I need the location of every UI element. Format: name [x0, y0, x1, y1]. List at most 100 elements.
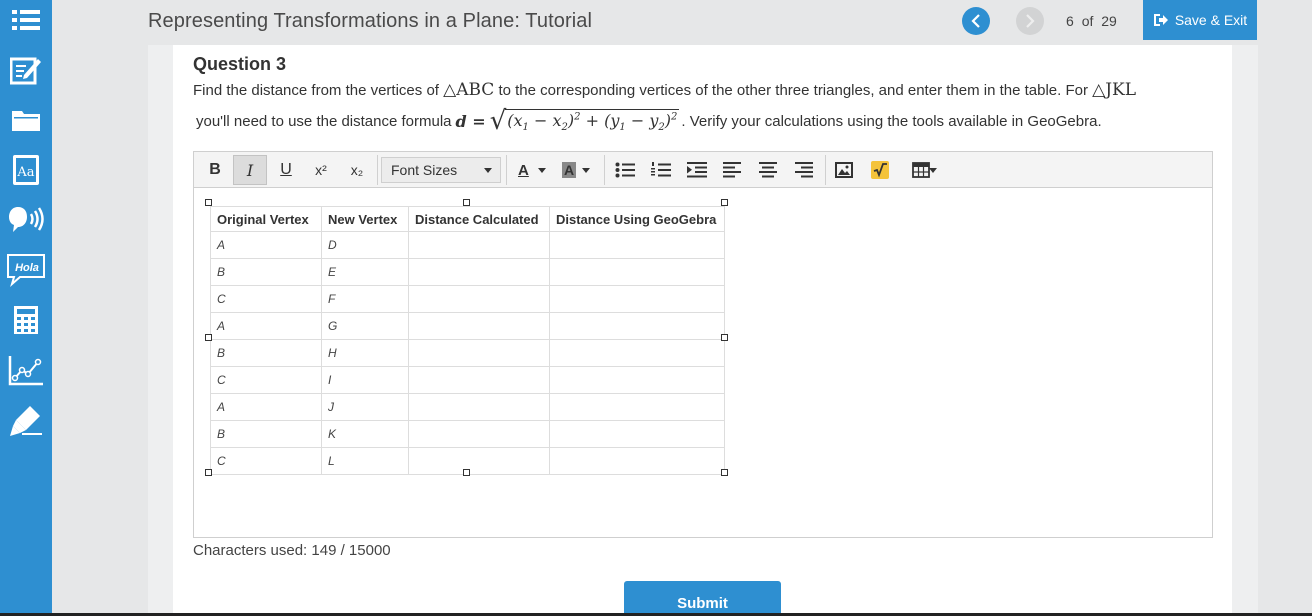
- table-cell[interactable]: [549, 393, 725, 421]
- table-cell[interactable]: B: [210, 258, 322, 286]
- col-distance-geogebra[interactable]: Distance Using GeoGebra: [549, 206, 725, 232]
- indent-button[interactable]: [680, 155, 714, 185]
- table-cell[interactable]: F: [321, 285, 409, 313]
- distance-formula: d = √ (x1 − x2)2 + (y1 − y2)2: [456, 108, 680, 134]
- table-cell[interactable]: G: [321, 312, 409, 340]
- folder-icon: [12, 111, 40, 131]
- resize-handle[interactable]: [463, 199, 470, 206]
- resize-handle[interactable]: [205, 334, 212, 341]
- table-cell[interactable]: C: [210, 285, 322, 313]
- sidebar-item-dictionary[interactable]: Aa: [0, 145, 52, 195]
- table-cell[interactable]: [408, 393, 550, 421]
- resize-handle[interactable]: [205, 199, 212, 206]
- table-cell[interactable]: [549, 258, 725, 286]
- table-cell[interactable]: A: [210, 231, 322, 259]
- chevron-right-icon: [1026, 14, 1035, 28]
- table-cell[interactable]: [549, 339, 725, 367]
- table-cell[interactable]: C: [210, 366, 322, 394]
- font-sizes-select[interactable]: Font Sizes: [381, 157, 501, 183]
- italic-button[interactable]: I: [233, 155, 267, 185]
- table-cell[interactable]: D: [321, 231, 409, 259]
- align-left-icon: [723, 162, 741, 178]
- table-cell[interactable]: A: [210, 312, 322, 340]
- underline-button[interactable]: U: [269, 155, 303, 185]
- sidebar-item-graph[interactable]: [0, 345, 52, 395]
- save-exit-button[interactable]: Save & Exit: [1143, 0, 1257, 40]
- graph-icon: [8, 356, 43, 386]
- align-left-button[interactable]: [715, 155, 749, 185]
- sidebar-item-files[interactable]: [0, 95, 52, 145]
- toolbar-divider: [377, 155, 378, 185]
- col-distance-calculated[interactable]: Distance Calculated: [408, 206, 550, 232]
- background-color-button[interactable]: A: [556, 155, 596, 185]
- chevron-down-icon: [484, 168, 492, 173]
- insert-equation-button[interactable]: [863, 155, 897, 185]
- align-center-button[interactable]: [751, 155, 785, 185]
- edit-icon: [10, 57, 41, 85]
- table-cell[interactable]: [408, 339, 550, 367]
- resize-handle[interactable]: [721, 199, 728, 206]
- align-center-icon: [759, 162, 777, 178]
- table-cell[interactable]: H: [321, 339, 409, 367]
- table-cell[interactable]: [549, 447, 725, 475]
- insert-table-button[interactable]: [899, 155, 943, 185]
- table-cell[interactable]: B: [210, 420, 322, 448]
- speaker-icon: [9, 207, 44, 232]
- table-cell[interactable]: C: [210, 447, 322, 475]
- sidebar-item-translate[interactable]: Hola: [0, 245, 52, 295]
- col-original-vertex[interactable]: Original Vertex: [210, 206, 322, 232]
- page-total: 29: [1101, 13, 1117, 29]
- align-right-button[interactable]: [787, 155, 821, 185]
- table-cell[interactable]: I: [321, 366, 409, 394]
- table-cell[interactable]: B: [210, 339, 322, 367]
- resize-handle[interactable]: [463, 469, 470, 476]
- table-cell[interactable]: [408, 420, 550, 448]
- table-cell[interactable]: [549, 231, 725, 259]
- col-new-vertex[interactable]: New Vertex: [321, 206, 409, 232]
- submit-button[interactable]: Submit: [624, 581, 781, 616]
- table-cell[interactable]: [408, 285, 550, 313]
- sidebar-item-audio[interactable]: [0, 195, 52, 245]
- table-cell[interactable]: [549, 285, 725, 313]
- resize-handle[interactable]: [721, 469, 728, 476]
- numbered-list-button[interactable]: [644, 155, 678, 185]
- table-cell[interactable]: [408, 258, 550, 286]
- table-cell[interactable]: A: [210, 393, 322, 421]
- table-cell[interactable]: [549, 366, 725, 394]
- bullet-list-button[interactable]: [608, 155, 642, 185]
- bullet-list-icon: [615, 162, 635, 178]
- list-icon: [12, 10, 40, 30]
- sidebar-item-highlighter[interactable]: [0, 395, 52, 445]
- sidebar-item-menu[interactable]: [0, 0, 52, 45]
- toolbar-divider: [825, 155, 826, 185]
- subscript-button[interactable]: x₂: [340, 155, 374, 185]
- bold-button[interactable]: B: [198, 155, 232, 185]
- save-exit-label: Save & Exit: [1174, 12, 1248, 28]
- table-cell[interactable]: L: [321, 447, 409, 475]
- question-text-line2: you'll need to use the distance formula …: [196, 108, 1102, 134]
- font-color-icon: A: [518, 161, 529, 179]
- table-cell[interactable]: [408, 366, 550, 394]
- next-page-button[interactable]: [1016, 7, 1044, 35]
- toolbar-divider: [604, 155, 605, 185]
- resize-handle[interactable]: [205, 469, 212, 476]
- sidebar-item-calculator[interactable]: [0, 295, 52, 345]
- response-table[interactable]: Original Vertex New Vertex Distance Calc…: [210, 206, 725, 475]
- superscript-button[interactable]: x²: [304, 155, 338, 185]
- table-cell[interactable]: [408, 231, 550, 259]
- insert-image-button[interactable]: [827, 155, 861, 185]
- table-cell[interactable]: J: [321, 393, 409, 421]
- table-cell[interactable]: [549, 312, 725, 340]
- resize-handle[interactable]: [721, 334, 728, 341]
- font-color-button[interactable]: A: [512, 155, 552, 185]
- rich-text-editor[interactable]: B I U x² x₂ Font Sizes A A Original Vert…: [193, 151, 1213, 538]
- table-cell[interactable]: [549, 420, 725, 448]
- table-cell[interactable]: [408, 312, 550, 340]
- table-cell[interactable]: E: [321, 258, 409, 286]
- table-cell[interactable]: K: [321, 420, 409, 448]
- page-of: of: [1081, 13, 1094, 29]
- sidebar-item-notes[interactable]: [0, 45, 52, 95]
- table-row: BK: [210, 420, 725, 448]
- table-cell[interactable]: [408, 447, 550, 475]
- previous-page-button[interactable]: [962, 7, 990, 35]
